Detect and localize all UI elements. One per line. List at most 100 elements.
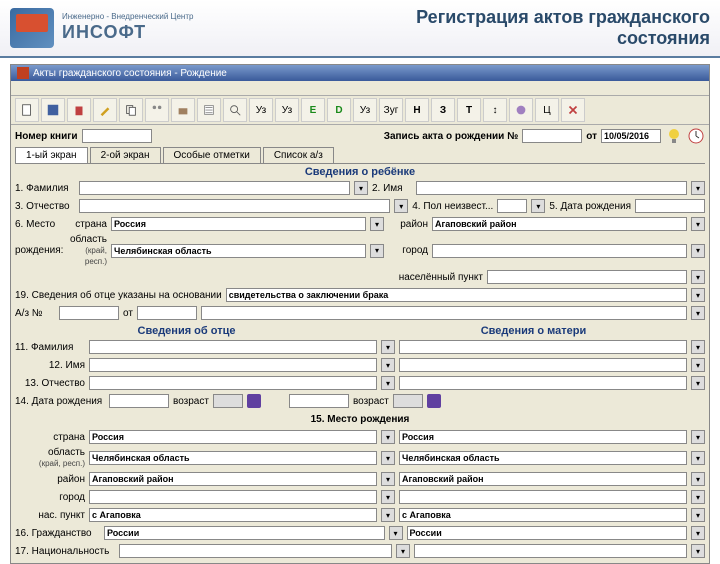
mother-patronym-field[interactable] xyxy=(399,376,687,390)
lookup-icon[interactable]: ▾ xyxy=(691,376,705,390)
record-num-field[interactable] xyxy=(522,129,582,143)
tab-screen2[interactable]: 2-ой экран xyxy=(90,147,161,163)
lookup-icon[interactable]: ▾ xyxy=(381,358,395,372)
tb-edit-icon[interactable] xyxy=(93,98,117,122)
lookup-icon[interactable]: ▾ xyxy=(381,430,395,444)
lookup-icon[interactable]: ▾ xyxy=(691,544,705,558)
book-icon[interactable] xyxy=(247,394,261,408)
lookup-icon[interactable]: ▾ xyxy=(691,181,705,195)
child-birthdate-field[interactable] xyxy=(635,199,705,213)
lookup-icon[interactable]: ▾ xyxy=(691,472,705,486)
tb-misc2-icon[interactable]: Ц xyxy=(535,98,559,122)
mother-name-field[interactable] xyxy=(399,358,687,372)
lookup-icon[interactable]: ▾ xyxy=(691,306,705,320)
tb-briefcase-icon[interactable] xyxy=(171,98,195,122)
father-region-field[interactable] xyxy=(89,451,377,465)
tb-h-icon[interactable]: Н xyxy=(405,98,429,122)
child-patronym-field[interactable] xyxy=(79,199,390,213)
lookup-icon[interactable]: ▾ xyxy=(691,451,705,465)
lookup-icon[interactable]: ▾ xyxy=(691,288,705,302)
father-birthdate-field[interactable] xyxy=(109,394,169,408)
lookup-icon[interactable]: ▾ xyxy=(691,244,705,258)
lookup-icon[interactable]: ▾ xyxy=(691,508,705,522)
child-country-field[interactable] xyxy=(111,217,366,231)
tb-copy-icon[interactable] xyxy=(119,98,143,122)
father-patronym-field[interactable] xyxy=(89,376,377,390)
az-num-field[interactable] xyxy=(59,306,119,320)
lookup-icon[interactable]: ▾ xyxy=(691,490,705,504)
tb-y3-icon[interactable]: Уз xyxy=(353,98,377,122)
lookup-icon[interactable]: ▾ xyxy=(691,526,705,540)
child-name-field[interactable] xyxy=(416,181,687,195)
book-icon[interactable] xyxy=(427,394,441,408)
tab-screen1[interactable]: 1-ый экран xyxy=(15,147,88,163)
lookup-icon[interactable]: ▾ xyxy=(370,217,384,231)
child-surname-field[interactable] xyxy=(79,181,350,195)
lookup-icon[interactable]: ▾ xyxy=(691,430,705,444)
father-city-field[interactable] xyxy=(89,490,377,504)
mother-district-field[interactable] xyxy=(399,472,687,486)
tb-y2-icon[interactable]: Уз xyxy=(275,98,299,122)
lookup-icon[interactable]: ▾ xyxy=(381,376,395,390)
child-settlement-field[interactable] xyxy=(487,270,687,284)
father-basis-field[interactable] xyxy=(226,288,687,302)
bulb-icon[interactable] xyxy=(665,127,683,145)
father-citizenship-field[interactable] xyxy=(104,526,385,540)
mother-age-field[interactable] xyxy=(393,394,423,408)
tb-search-icon[interactable] xyxy=(223,98,247,122)
record-date-field[interactable] xyxy=(601,129,661,143)
clock-icon[interactable] xyxy=(687,127,705,145)
lookup-icon[interactable]: ▾ xyxy=(691,358,705,372)
tb-y1-icon[interactable]: Уз xyxy=(249,98,273,122)
child-region-field[interactable] xyxy=(111,244,366,258)
child-sex-field[interactable] xyxy=(497,199,527,213)
child-district-field[interactable] xyxy=(432,217,687,231)
father-country-field[interactable] xyxy=(89,430,377,444)
tb-t-icon[interactable]: Т xyxy=(457,98,481,122)
lookup-icon[interactable]: ▾ xyxy=(381,451,395,465)
tb-e-icon[interactable]: E xyxy=(301,98,325,122)
lookup-icon[interactable]: ▾ xyxy=(381,340,395,354)
mother-nationality-field[interactable] xyxy=(414,544,687,558)
lookup-icon[interactable]: ▾ xyxy=(389,526,403,540)
lookup-icon[interactable]: ▾ xyxy=(396,544,410,558)
father-age-field[interactable] xyxy=(213,394,243,408)
lookup-icon[interactable]: ▾ xyxy=(381,490,395,504)
tb-people-icon[interactable] xyxy=(145,98,169,122)
tb-3y-icon[interactable]: Зуг xyxy=(379,98,403,122)
lookup-icon[interactable]: ▾ xyxy=(381,508,395,522)
mother-country-field[interactable] xyxy=(399,430,687,444)
mother-city-field[interactable] xyxy=(399,490,687,504)
mother-region-field[interactable] xyxy=(399,451,687,465)
father-settle-field[interactable] xyxy=(89,508,377,522)
tb-z-icon[interactable]: З xyxy=(431,98,455,122)
lookup-icon[interactable]: ▾ xyxy=(691,217,705,231)
lookup-icon[interactable]: ▾ xyxy=(381,472,395,486)
az-extra-field[interactable] xyxy=(201,306,687,320)
mother-birthdate-field[interactable] xyxy=(289,394,349,408)
mother-settle-field[interactable] xyxy=(399,508,687,522)
father-name-field[interactable] xyxy=(89,358,377,372)
tb-close-icon[interactable] xyxy=(561,98,585,122)
az-date-field[interactable] xyxy=(137,306,197,320)
tb-d-icon[interactable]: D xyxy=(327,98,351,122)
child-city-field[interactable] xyxy=(432,244,687,258)
tb-arrow-icon[interactable]: ↕ xyxy=(483,98,507,122)
mother-surname-field[interactable] xyxy=(399,340,687,354)
menubar[interactable] xyxy=(11,81,709,96)
tb-list-icon[interactable] xyxy=(197,98,221,122)
tb-save-icon[interactable] xyxy=(41,98,65,122)
lookup-icon[interactable]: ▾ xyxy=(531,199,545,213)
tab-list[interactable]: Список а/з xyxy=(263,147,334,163)
tb-misc1-icon[interactable] xyxy=(509,98,533,122)
lookup-icon[interactable]: ▾ xyxy=(691,340,705,354)
tab-notes[interactable]: Особые отметки xyxy=(163,147,261,163)
lookup-icon[interactable]: ▾ xyxy=(691,270,705,284)
tb-new-icon[interactable] xyxy=(15,98,39,122)
lookup-icon[interactable]: ▾ xyxy=(354,181,368,195)
lookup-icon[interactable]: ▾ xyxy=(394,199,408,213)
book-num-field[interactable] xyxy=(82,129,152,143)
mother-citizenship-field[interactable] xyxy=(407,526,688,540)
lookup-icon[interactable]: ▾ xyxy=(370,244,384,258)
father-nationality-field[interactable] xyxy=(119,544,392,558)
